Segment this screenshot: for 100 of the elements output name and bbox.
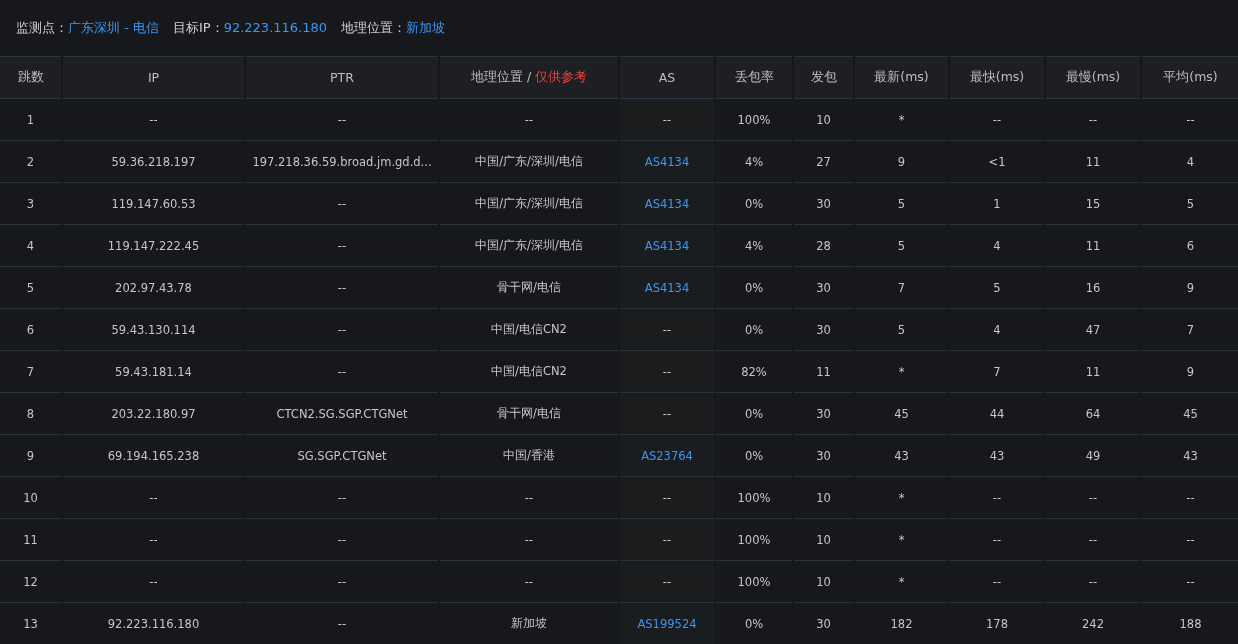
ip-cell: -- [63,519,244,561]
worst-cell: 11 [1046,225,1140,267]
worst-cell: 11 [1046,351,1140,393]
loss-cell: 100% [716,561,792,603]
sent-cell: 10 [794,519,853,561]
as-cell: -- [620,477,714,519]
info-value: 广东深圳 - 电信 [68,20,159,35]
location-cell: 骨干网/电信 [440,393,618,435]
worst-cell: 47 [1046,309,1140,351]
ip-cell: 69.194.165.238 [63,435,244,477]
loss-cell: 0% [716,309,792,351]
sent-cell: 30 [794,435,853,477]
loss-cell: 0% [716,183,792,225]
worst-cell: 49 [1046,435,1140,477]
info-value: 92.223.116.180 [223,20,328,35]
best-cell: 4 [950,225,1044,267]
ip-cell: -- [63,99,244,141]
best-cell: -- [950,519,1044,561]
as-link[interactable]: AS23764 [620,435,714,477]
location-cell: 中国/广东/深圳/电信 [440,183,618,225]
last-cell: 182 [855,603,948,644]
last-cell: 5 [855,309,948,351]
hop-cell: 3 [0,183,61,225]
avg-cell: 43 [1142,435,1238,477]
as-link[interactable]: AS4134 [620,183,714,225]
best-cell: 44 [950,393,1044,435]
column-header: 平均(ms) [1142,56,1238,99]
column-header: PTR [246,56,438,99]
ip-cell: 59.36.218.197 [63,141,244,183]
location-cell: 中国/广东/深圳/电信 [440,141,618,183]
avg-cell: -- [1142,99,1238,141]
loss-cell: 4% [716,225,792,267]
ptr-cell: -- [246,99,438,141]
sent-cell: 30 [794,183,853,225]
as-link[interactable]: AS4134 [620,141,714,183]
worst-cell: -- [1046,477,1140,519]
location-cell: 中国/电信CN2 [440,351,618,393]
loss-cell: 0% [716,393,792,435]
as-cell: -- [620,561,714,603]
last-cell: * [855,351,948,393]
avg-cell: 9 [1142,351,1238,393]
column-header: IP [63,56,244,99]
worst-cell: -- [1046,99,1140,141]
hop-cell: 10 [0,477,61,519]
ip-cell: 203.22.180.97 [63,393,244,435]
best-cell: <1 [950,141,1044,183]
loss-cell: 4% [716,141,792,183]
worst-cell: -- [1046,561,1140,603]
hop-cell: 1 [0,99,61,141]
location-cell: -- [440,99,618,141]
avg-cell: 7 [1142,309,1238,351]
hop-cell: 8 [0,393,61,435]
best-cell: 7 [950,351,1044,393]
ip-cell: 59.43.130.114 [63,309,244,351]
location-cell: 骨干网/电信 [440,267,618,309]
ip-cell: 59.43.181.14 [63,351,244,393]
column-header: 跳数 [0,56,61,99]
ptr-cell: -- [246,309,438,351]
column-header: 丢包率 [716,56,792,99]
info-label: 目标IP： [172,20,224,35]
last-cell: 5 [855,183,948,225]
last-cell: 45 [855,393,948,435]
avg-cell: 6 [1142,225,1238,267]
location-cell: -- [440,477,618,519]
as-link[interactable]: AS4134 [620,267,714,309]
best-cell: 5 [950,267,1044,309]
column-header: 发包 [794,56,853,99]
ptr-cell: -- [246,519,438,561]
ptr-cell: -- [246,225,438,267]
as-cell: -- [620,519,714,561]
ptr-cell: -- [246,477,438,519]
last-cell: * [855,99,948,141]
column-header: 地理位置 / 仅供参考 [440,56,618,99]
ip-cell: 119.147.222.45 [63,225,244,267]
ptr-cell: -- [246,183,438,225]
ptr-cell: -- [246,267,438,309]
as-link[interactable]: AS4134 [620,225,714,267]
loss-cell: 100% [716,477,792,519]
last-cell: 5 [855,225,948,267]
hop-cell: 12 [0,561,61,603]
as-link[interactable]: AS199524 [620,603,714,644]
best-cell: 43 [950,435,1044,477]
last-cell: 43 [855,435,948,477]
location-cell: -- [440,561,618,603]
avg-cell: 4 [1142,141,1238,183]
ip-cell: 92.223.116.180 [63,603,244,644]
info-label: 监测点： [16,20,68,35]
as-cell: -- [620,351,714,393]
sent-cell: 30 [794,309,853,351]
hop-cell: 6 [0,309,61,351]
worst-cell: 242 [1046,603,1140,644]
worst-cell: 64 [1046,393,1140,435]
as-cell: -- [620,99,714,141]
column-header: 最慢(ms) [1046,56,1140,99]
sent-cell: 30 [794,393,853,435]
avg-cell: 5 [1142,183,1238,225]
loss-cell: 0% [716,267,792,309]
sent-cell: 30 [794,603,853,644]
ptr-cell: -- [246,561,438,603]
hop-cell: 9 [0,435,61,477]
